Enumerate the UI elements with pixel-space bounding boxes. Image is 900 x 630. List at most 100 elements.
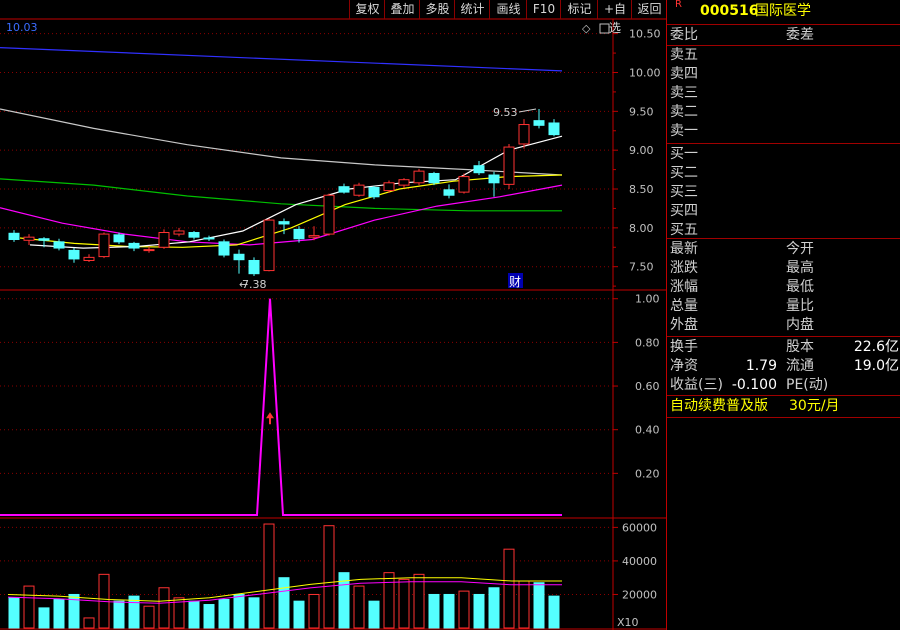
candle-body (278, 221, 290, 225)
chart-toolbar: 复权 叠加 多股 统计 画线 F10 标记 +自选 返回 (0, 0, 667, 35)
candle-body (293, 228, 305, 240)
buy-level-5: 买五 (667, 221, 900, 239)
candle-body (128, 242, 140, 249)
candle-body (83, 256, 95, 261)
volume-bar (233, 593, 245, 629)
promo-label: 自动续费普及版 (670, 398, 768, 414)
toolbar-btn-5[interactable]: F10 (526, 0, 561, 19)
fund-value-2: 19.0亿 (853, 358, 899, 374)
sell-label: 卖四 (670, 66, 698, 82)
indicator-axis-label: 1.00 (635, 293, 660, 306)
candle-body (173, 230, 185, 235)
fund-label: 收益(三) (670, 377, 723, 393)
candle-body (503, 146, 515, 185)
toolbar-btn-6[interactable]: 标记 (560, 0, 598, 19)
ma-line-ma20 (0, 184, 563, 246)
volume-bar (548, 595, 560, 629)
volume-axis-label: 20000 (622, 588, 657, 601)
sell-label: 卖一 (670, 123, 698, 139)
candle-body (53, 241, 65, 249)
volume-bar (143, 605, 155, 629)
candle-body (488, 174, 500, 184)
promo-price: 30元/月 (789, 398, 840, 414)
toolbar-btn-7[interactable]: +自选 (597, 0, 632, 35)
fin-marker: 财 (509, 275, 521, 289)
fund-label-2: 股本 (786, 339, 814, 355)
indicator-axis-label: 0.20 (635, 467, 660, 480)
volume-bar (488, 587, 500, 629)
volume-bar (113, 600, 125, 629)
sell-label: 卖五 (670, 47, 698, 63)
volume-bar (398, 578, 410, 629)
candle-body (263, 219, 275, 272)
high-arrow (518, 108, 537, 113)
candle-body (98, 233, 110, 258)
price-axis-label: 10.50 (629, 28, 661, 41)
price-axis-label: 9.50 (629, 105, 654, 118)
stat-label-2: 内盘 (786, 317, 814, 333)
candle-body (518, 124, 530, 145)
stat-label-2: 最高 (786, 260, 814, 276)
kline-chart-area[interactable]: 10.50 10.00 9.50 9.00 8.50 8.00 7.50 10.03 ◇ 9.53… (0, 0, 666, 630)
volume-bar (458, 590, 470, 629)
candle-body (353, 184, 365, 196)
stat-row: 涨幅 最低 (667, 278, 900, 296)
volume-bar (203, 604, 215, 629)
buy-label: 买二 (670, 165, 698, 181)
candle-body (158, 232, 170, 248)
candle-body (533, 120, 545, 126)
candle-body (383, 182, 395, 192)
indicator-line (0, 298, 562, 516)
candle-body (113, 234, 125, 243)
stat-label: 总量 (670, 298, 698, 314)
sell-level-2: 卖二 (667, 103, 900, 121)
stat-label: 涨幅 (670, 279, 698, 295)
toolbar-btn-3[interactable]: 统计 (454, 0, 490, 19)
toolbar-btn-2[interactable]: 多股 (419, 0, 455, 19)
stat-row: 总量 量比 (667, 297, 900, 315)
price-axis-label: 8.00 (629, 222, 654, 235)
candle-body (308, 235, 320, 238)
volume-bar (278, 577, 290, 629)
volume-bar (323, 525, 335, 629)
stat-label: 涨跌 (670, 260, 698, 276)
order-diff-label: 委差 (786, 27, 814, 43)
stat-label: 外盘 (670, 317, 698, 333)
high-price-label: 9.53 (493, 106, 518, 119)
stat-row: 涨跌 最高 (667, 259, 900, 277)
toolbar-btn-1[interactable]: 叠加 (384, 0, 420, 19)
toolbar-btn-8[interactable]: 返回 (631, 0, 667, 19)
volume-bar (188, 600, 200, 629)
diamond-icon: ◇ (582, 22, 591, 35)
promo-banner[interactable]: 自动续费普及版 30元/月 (667, 397, 900, 415)
fund-value: 1.79 (745, 358, 777, 374)
candle-body (338, 186, 350, 193)
sell-level-3: 卖三 (667, 84, 900, 102)
volume-bar (428, 593, 440, 629)
fund-row: 净资 1.79 流通 19.0亿 (667, 357, 900, 375)
volume-bar (518, 580, 530, 629)
toolbar-btn-0[interactable]: 复权 (349, 0, 385, 19)
top-corner-value: 10.03 (6, 21, 38, 34)
volume-bar (503, 548, 515, 629)
candle-body (248, 259, 260, 275)
buy-level-2: 买二 (667, 164, 900, 182)
buy-label: 买一 (670, 146, 698, 162)
candle-body (143, 249, 155, 252)
sell-level-5: 卖五 (667, 46, 900, 64)
volume-bar (533, 582, 545, 629)
candle-body (68, 249, 80, 260)
candle-body (38, 238, 50, 241)
toolbar-btn-4[interactable]: 画线 (489, 0, 527, 19)
stat-label-2: 量比 (786, 298, 814, 314)
fund-value: -0.100 (731, 377, 777, 393)
volume-axis-label: 60000 (622, 521, 657, 534)
stat-label-2: 今开 (786, 241, 814, 257)
price-axis-label: 7.50 (629, 261, 654, 274)
candle-body (368, 186, 380, 198)
volume-bar (443, 593, 455, 629)
fund-row: 收益(三) -0.100 PE(动) (667, 376, 900, 394)
sell-level-1: 卖一 (667, 122, 900, 140)
candle-body (218, 241, 230, 256)
buy-level-1: 买一 (667, 145, 900, 163)
